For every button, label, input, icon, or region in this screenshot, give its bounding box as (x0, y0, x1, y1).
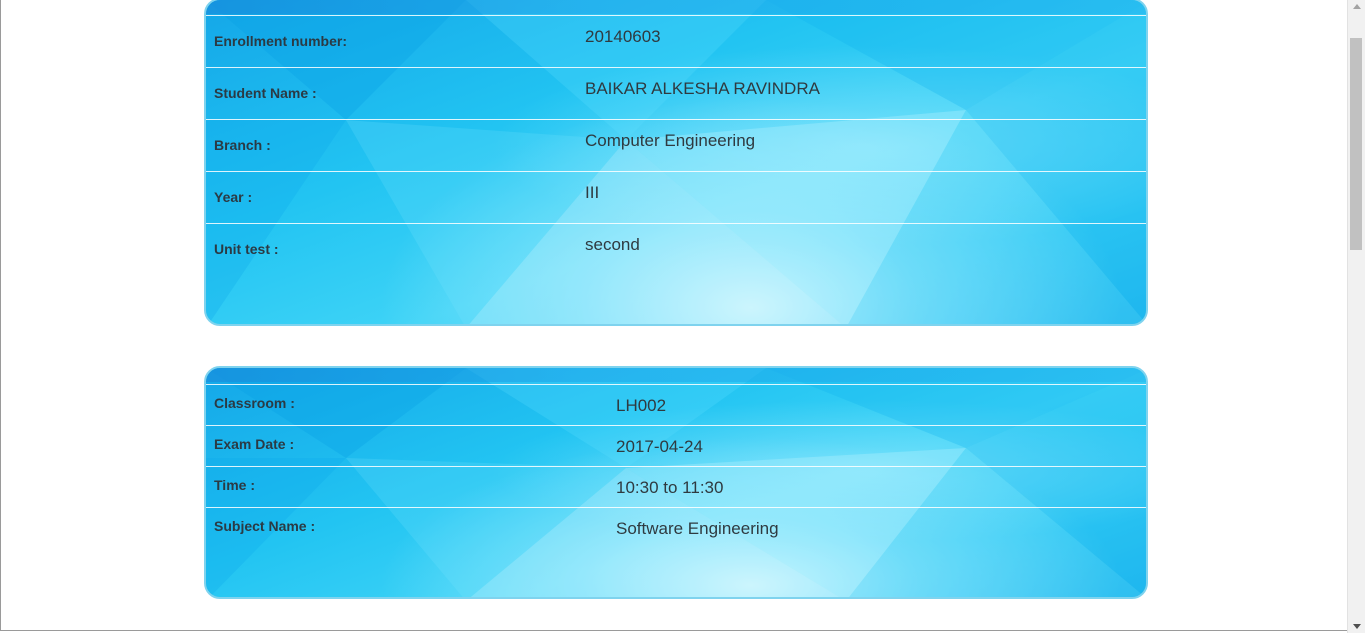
page-viewport: Enrollment number: 20140603 Student Name… (0, 0, 1347, 631)
exam-row-date: Exam Date : 2017-04-24 (206, 425, 1146, 466)
exam-info-card: Classroom : LH002 Exam Date : 2017-04-24… (204, 366, 1148, 599)
classroom-value: LH002 (616, 396, 667, 415)
exam-row-subject: Subject Name : Software Engineering (206, 507, 1146, 548)
enrollment-label: Enrollment number: (214, 33, 348, 49)
branch-label: Branch : (214, 137, 271, 153)
scrollbar-thumb[interactable] (1350, 38, 1362, 250)
info-row-unit-test: Unit test : second (206, 223, 1146, 275)
scroll-up-arrow-icon[interactable] (1353, 4, 1361, 9)
card-top-strip (206, 0, 1146, 14)
unit-test-label: Unit test : (214, 241, 279, 257)
card-top-strip (206, 368, 1146, 382)
classroom-label: Classroom : (214, 395, 295, 411)
info-row-enrollment: Enrollment number: 20140603 (206, 15, 1146, 67)
exam-date-value: 2017-04-24 (616, 437, 703, 456)
year-value: III (585, 183, 600, 202)
time-label: Time : (214, 477, 255, 493)
info-row-student-name: Student Name : BAIKAR ALKESHA RAVINDRA (206, 67, 1146, 119)
scroll-down-arrow-icon[interactable] (1353, 624, 1361, 629)
time-value: 10:30 to 11:30 (616, 478, 724, 497)
exam-row-time: Time : 10:30 to 11:30 (206, 466, 1146, 507)
vertical-scrollbar[interactable] (1347, 0, 1365, 633)
subject-name-label: Subject Name : (214, 518, 316, 534)
student-name-label: Student Name : (214, 85, 317, 101)
exam-date-label: Exam Date : (214, 436, 295, 452)
exam-row-classroom: Classroom : LH002 (206, 384, 1146, 425)
info-row-branch: Branch : Computer Engineering (206, 119, 1146, 171)
student-name-value: BAIKAR ALKESHA RAVINDRA (585, 79, 820, 98)
info-row-year: Year : III (206, 171, 1146, 223)
branch-value: Computer Engineering (585, 131, 756, 150)
year-label: Year : (214, 189, 253, 205)
unit-test-value: second (585, 235, 640, 254)
subject-name-value: Software Engineering (616, 519, 779, 538)
student-info-card: Enrollment number: 20140603 Student Name… (204, 0, 1148, 326)
enrollment-value: 20140603 (585, 27, 661, 46)
